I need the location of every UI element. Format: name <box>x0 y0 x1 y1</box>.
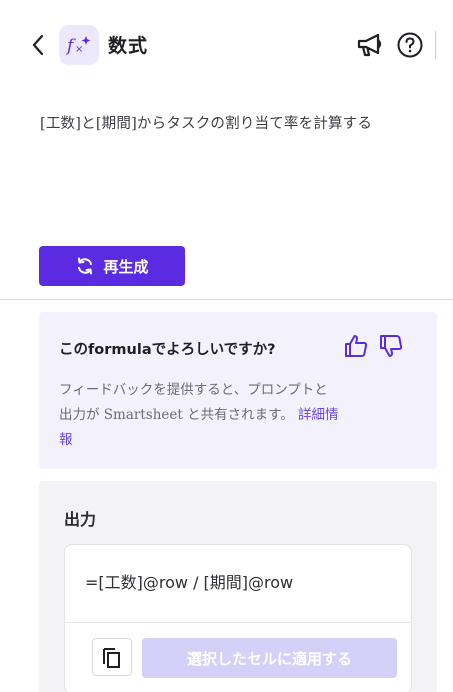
feedback-card: このformulaでよろしいですか? フィードバックを提供すると、プロンプトと出… <box>39 312 437 469</box>
feedback-description: フィードバックを提供すると、プロンプトと出力が Smartsheet と共有され… <box>59 378 339 453</box>
refresh-icon <box>78 257 93 275</box>
megaphone-icon[interactable] <box>355 31 385 59</box>
header-divider <box>435 31 436 59</box>
panel-title: 数式 <box>108 35 149 57</box>
panel-header: f × 数式 <box>0 0 453 90</box>
regenerate-button[interactable]: 再生成 <box>39 246 185 286</box>
output-card: 出力 =[工数]@row / [期間]@row 選択したセルに適用する <box>39 481 437 692</box>
formula-text: =[工数]@row / [期間]@row <box>85 573 294 592</box>
regenerate-label: 再生成 <box>103 257 149 276</box>
output-label: 出力 <box>64 510 97 529</box>
formula-sparkle-icon: f × <box>59 25 99 65</box>
chevron-left-icon <box>32 34 44 56</box>
thumbs-down-icon[interactable] <box>378 333 404 359</box>
feedback-question: このformulaでよろしいですか? <box>59 342 276 358</box>
prompt-text: [工数]と[期間]からタスクの割り当て率を計算する <box>40 116 373 132</box>
svg-text:×: × <box>75 44 83 55</box>
copy-button[interactable] <box>92 638 132 676</box>
thumbs-up-icon[interactable] <box>343 333 369 359</box>
copy-icon <box>103 648 120 668</box>
output-divider <box>65 622 411 623</box>
section-divider <box>0 299 453 300</box>
apply-to-cells-button[interactable]: 選択したセルに適用する <box>142 638 397 678</box>
help-icon[interactable] <box>397 32 423 58</box>
back-button[interactable] <box>26 32 50 58</box>
output-box: =[工数]@row / [期間]@row 選択したセルに適用する <box>64 544 412 692</box>
feedback-description-text: フィードバックを提供すると、プロンプトと出力が Smartsheet と共有され… <box>59 382 328 423</box>
